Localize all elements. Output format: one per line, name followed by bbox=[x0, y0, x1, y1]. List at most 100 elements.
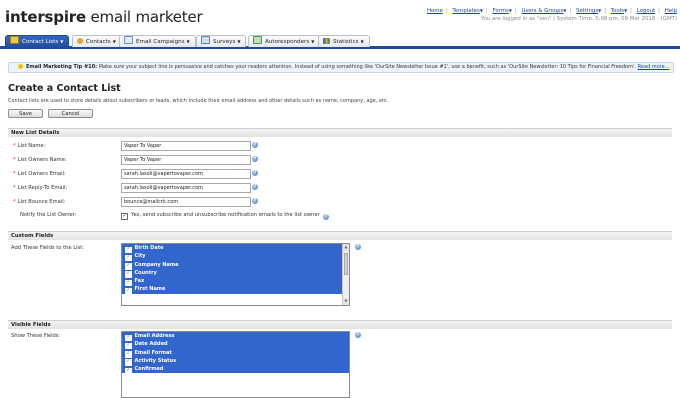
list-item[interactable]: ✓ Activity Status bbox=[122, 356, 349, 366]
survey-icon bbox=[201, 36, 210, 44]
field-label: * List Name: bbox=[13, 143, 46, 149]
scroll-thumb[interactable] bbox=[344, 253, 348, 275]
tip-title: Email Marketing Tip #10: bbox=[26, 64, 98, 70]
envelope-icon bbox=[124, 36, 133, 44]
list-item[interactable]: ✓ First Name bbox=[122, 285, 349, 295]
section-visible-fields: Visible Fields bbox=[8, 320, 672, 329]
app-logo: interspire email marketer bbox=[5, 8, 203, 26]
logout-link[interactable]: Logout bbox=[637, 8, 655, 14]
list-owners-email-input[interactable] bbox=[121, 169, 251, 179]
scroll-up-icon[interactable]: ▲ bbox=[343, 244, 349, 251]
cancel-button[interactable]: Cancel bbox=[48, 109, 93, 118]
page-title: Create a Contact List bbox=[8, 83, 121, 94]
help-icon[interactable]: ? bbox=[323, 214, 330, 220]
custom-fields-listbox[interactable]: ✓ Birth Date ✓ City ✓ Company Name ✓ Country… bbox=[121, 243, 350, 306]
tab-surveys[interactable]: Surveys ▼ bbox=[196, 35, 247, 47]
notify-label: Notify the List Owner: bbox=[20, 212, 77, 218]
section-new-list-details: New List Details bbox=[8, 128, 672, 137]
help-icon[interactable]: ? bbox=[355, 332, 361, 338]
list-item[interactable]: ✓ Country bbox=[122, 268, 349, 278]
help-link[interactable]: Help bbox=[665, 8, 677, 14]
field-label: * List Bounce Email: bbox=[13, 199, 66, 205]
list-item[interactable]: ✓ Email Format bbox=[122, 348, 349, 358]
chevron-down-icon: ▼ bbox=[479, 8, 483, 13]
tab-label: Autoresponders bbox=[265, 39, 310, 45]
chevron-down-icon: ▼ bbox=[360, 39, 364, 44]
tab-autoresponders[interactable]: Autoresponders ▼ bbox=[248, 35, 321, 47]
chevron-down-icon: ▼ bbox=[624, 8, 628, 13]
contacts-icon bbox=[77, 38, 83, 44]
notify-option: ✓ Yes, send subscribe and unsubscribe not… bbox=[121, 212, 330, 220]
folder-icon bbox=[10, 36, 19, 44]
autoresponder-icon bbox=[253, 36, 262, 44]
list-item[interactable]: ✓ Email Address bbox=[122, 332, 349, 341]
chevron-down-icon: ▼ bbox=[598, 8, 602, 13]
field-row-list-bounce-email: *List Bounce Email: ? bbox=[8, 197, 672, 208]
help-icon[interactable]: ? bbox=[252, 184, 258, 190]
templates-link[interactable]: Templates bbox=[452, 8, 479, 14]
list-item[interactable]: ✓ City bbox=[122, 252, 349, 262]
field-label: * List Owners Name: bbox=[13, 157, 67, 163]
tab-label: Contacts bbox=[86, 39, 111, 45]
tab-contacts[interactable]: Contacts ▼ bbox=[72, 35, 122, 47]
list-owners-name-input[interactable] bbox=[121, 155, 251, 165]
chevron-down-icon: ▼ bbox=[508, 8, 512, 13]
list-name-input[interactable] bbox=[121, 141, 251, 151]
custom-fields-label: Add These Fields to the List: bbox=[11, 245, 85, 251]
list-bounce-email-input[interactable] bbox=[121, 197, 251, 207]
field-row-list-reply-to-email: *List Reply-To Email: ? bbox=[8, 183, 672, 194]
save-button[interactable]: Save bbox=[8, 109, 43, 118]
list-reply-to-email-input[interactable] bbox=[121, 183, 251, 193]
visible-fields-label: Show These Fields: bbox=[11, 333, 61, 339]
chevron-down-icon: ▼ bbox=[60, 39, 64, 44]
tip-read-more-link[interactable]: Read more... bbox=[638, 64, 670, 70]
lightbulb-icon bbox=[18, 63, 23, 69]
list-item[interactable]: ✓ Company Name bbox=[122, 260, 349, 270]
list-item[interactable]: ✓ Date Added bbox=[122, 340, 349, 350]
login-info: You are logged in as "sen" | System Time… bbox=[480, 16, 677, 22]
chevron-down-icon: ▼ bbox=[563, 8, 567, 13]
help-icon[interactable]: ? bbox=[355, 244, 361, 250]
logo-rest: email marketer bbox=[85, 8, 203, 26]
help-icon[interactable]: ? bbox=[252, 198, 258, 204]
scroll-down-icon[interactable]: ▼ bbox=[343, 298, 349, 305]
top-links-row: Home | Templates▼ | Forms▼ | Users & Groups… bbox=[426, 8, 677, 14]
tab-statistics[interactable]: Statistics ▼ bbox=[318, 35, 370, 47]
tab-contact-lists[interactable]: Contact Lists ▼ bbox=[5, 35, 70, 48]
tip-text: Make sure your subject line is persuasiv… bbox=[97, 64, 636, 70]
field-row-list-name: *List Name: ? bbox=[8, 141, 672, 152]
list-item[interactable]: ✓ Confirmed bbox=[122, 365, 349, 375]
chevron-down-icon: ▼ bbox=[112, 39, 116, 44]
home-link[interactable]: Home bbox=[427, 8, 443, 14]
logo-bold: interspire bbox=[5, 8, 86, 26]
visible-fields-listbox[interactable]: ✓ Email Address ✓ Date Added ✓ Email Format… bbox=[121, 331, 350, 398]
tab-label: Contact Lists bbox=[22, 39, 59, 45]
main-nav: Contact Lists ▼ Contacts ▼ Email Campaigns… bbox=[0, 35, 680, 49]
tab-label: Email Campaigns bbox=[136, 39, 185, 45]
settings-link[interactable]: Settings bbox=[576, 8, 598, 14]
top-links: Home | Templates▼ | Forms▼ | Users & Groups… bbox=[427, 7, 677, 23]
list-item[interactable]: ✓ Fax bbox=[122, 277, 349, 287]
field-row-list-owners-email: *List Owners Email: ? bbox=[8, 169, 672, 180]
forms-link[interactable]: Forms bbox=[492, 8, 508, 14]
field-label: * List Owners Email: bbox=[13, 171, 66, 177]
page-intro: Contact lists are used to store details … bbox=[8, 98, 389, 104]
help-icon[interactable]: ? bbox=[252, 156, 258, 162]
listbox-scrollbar[interactable]: ▲ ▼ bbox=[342, 244, 349, 305]
tip-banner: Email Marketing Tip #10: Make sure your … bbox=[8, 62, 674, 73]
users-groups-link[interactable]: Users & Groups bbox=[521, 8, 563, 14]
checkbox-icon: ✓ bbox=[125, 367, 132, 375]
checkbox-icon: ✓ bbox=[125, 287, 132, 295]
field-row-list-owners-name: *List Owners Name: ? bbox=[8, 155, 672, 166]
tools-link[interactable]: Tools bbox=[611, 8, 624, 14]
help-icon[interactable]: ? bbox=[252, 170, 258, 176]
field-label: * List Reply-To Email: bbox=[13, 185, 68, 191]
field-row-notify-owner: Notify the List Owner: ✓ Yes, send subscr… bbox=[8, 210, 672, 221]
list-item[interactable]: ✓ Birth Date bbox=[122, 244, 349, 253]
notify-checkbox[interactable]: ✓ bbox=[121, 213, 128, 220]
tab-email-campaigns[interactable]: Email Campaigns ▼ bbox=[119, 35, 196, 47]
chart-icon bbox=[323, 38, 330, 44]
chevron-down-icon: ▼ bbox=[311, 39, 315, 44]
chevron-down-icon: ▼ bbox=[186, 39, 190, 44]
help-icon[interactable]: ? bbox=[252, 142, 258, 148]
